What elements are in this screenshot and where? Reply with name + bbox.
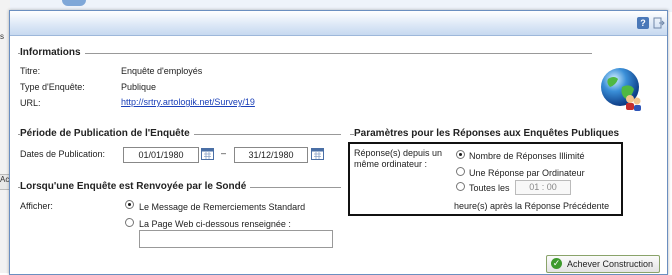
standard-message-label: Le Message de Remerciements Standard <box>139 202 306 212</box>
type-value: Publique <box>121 82 157 92</box>
unlimited-responses-radio[interactable] <box>456 150 465 159</box>
standard-message-radio[interactable] <box>125 200 134 209</box>
background-icon-fragment <box>62 0 86 6</box>
every-hours-label: Toutes les <box>469 183 510 193</box>
custom-page-url-input[interactable] <box>139 230 333 248</box>
one-per-computer-radio[interactable] <box>456 167 465 176</box>
globe-users-icon <box>601 68 641 111</box>
help-icon[interactable]: ? <box>637 17 649 29</box>
publication-section-title: Période de Publication de l'Enquête <box>20 128 194 139</box>
calendar-icon[interactable] <box>311 147 324 160</box>
finish-construction-button[interactable]: ✓ Achever Construction <box>546 255 661 273</box>
hours-input[interactable]: 01 : 00 <box>515 180 571 195</box>
custom-page-radio[interactable] <box>125 218 134 227</box>
every-hours-radio[interactable] <box>456 182 465 191</box>
background-text-fragment: s <box>0 32 4 41</box>
custom-page-label: La Page Web ci-dessous renseignée : <box>139 219 291 229</box>
finish-construction-label: Achever Construction <box>567 259 654 269</box>
reponses-label-line1: Réponse(s) depuis un <box>354 148 443 158</box>
unlimited-responses-label: Nombre de Réponses Illimité <box>469 151 585 161</box>
calendar-icon[interactable] <box>201 147 214 160</box>
titre-value: Enquête d'employés <box>121 66 203 76</box>
type-label: Type d'Enquête: <box>20 82 85 92</box>
url-label: URL: <box>20 98 41 108</box>
after-previous-text: heure(s) après la Réponse Précédente <box>454 201 610 211</box>
survey-settings-dialog: ? Informations Titre: Enquête d'employés… <box>9 10 668 275</box>
one-per-computer-label: Une Réponse par Ordinateur <box>469 168 585 178</box>
exit-icon[interactable] <box>653 17 665 29</box>
checkmark-icon: ✓ <box>551 258 562 269</box>
reponses-label-line2: même ordinateur : <box>354 159 428 169</box>
dialog-titlebar: ? <box>10 11 667 36</box>
afficher-label: Afficher: <box>20 201 53 211</box>
parametres-section-title: Paramètres pour les Réponses aux Enquête… <box>354 128 624 139</box>
informations-divider <box>18 53 592 54</box>
survey-url-link[interactable]: http://srtry.artologik.net/Survey/19 <box>121 97 255 107</box>
end-date-input[interactable]: 31/12/1980 <box>234 147 308 163</box>
titre-label: Titre: <box>20 66 41 76</box>
date-separator: – <box>221 148 227 158</box>
start-date-input[interactable]: 01/01/1980 <box>123 147 199 163</box>
renvoyee-section-title: Lorsqu'une Enquête est Renvoyée par le S… <box>20 181 251 192</box>
dates-label: Dates de Publication: <box>20 149 106 159</box>
informations-section-title: Informations <box>20 47 85 58</box>
